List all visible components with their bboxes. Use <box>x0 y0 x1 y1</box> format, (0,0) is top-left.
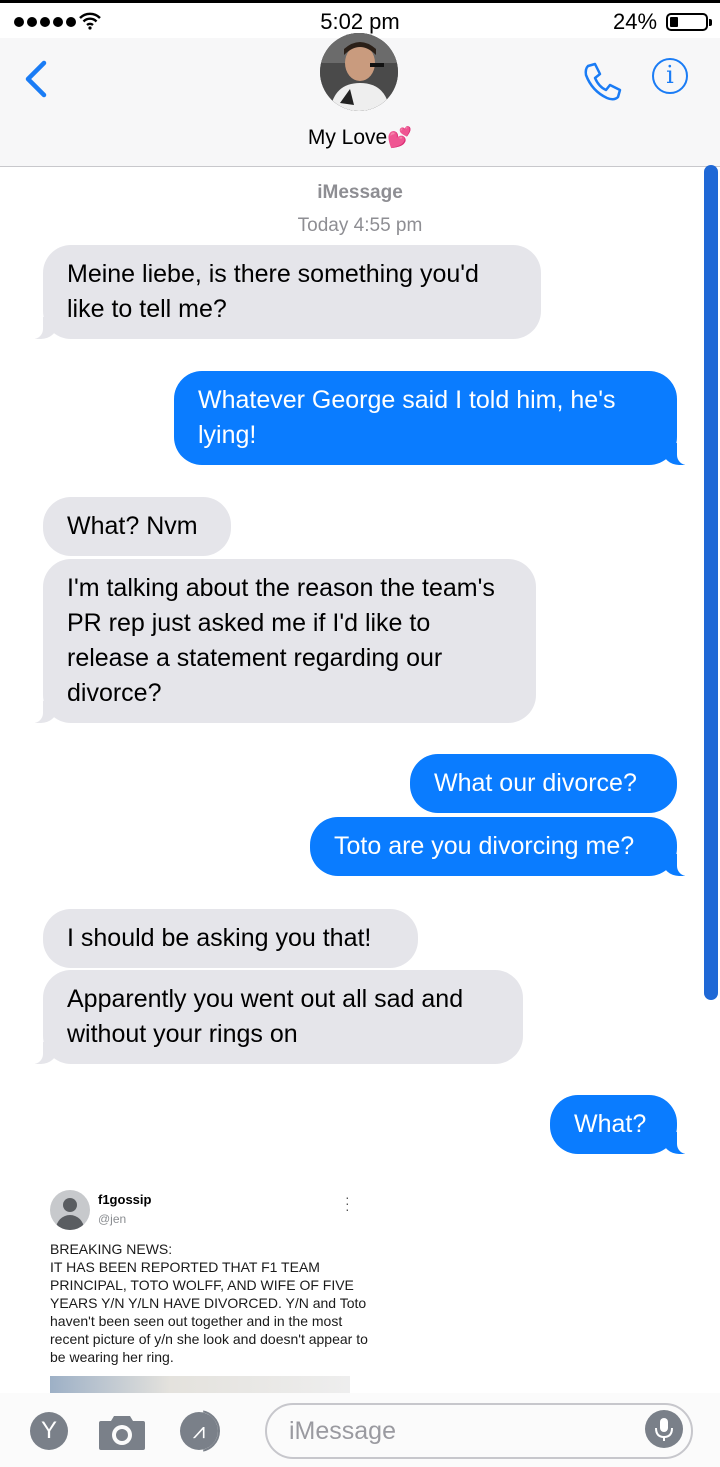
message-incoming[interactable]: What? Nvm <box>43 497 231 556</box>
contact-name[interactable]: My Love💕 <box>0 125 720 150</box>
conversation-header: My Love💕 i <box>0 33 720 167</box>
service-label: iMessage <box>317 182 403 203</box>
user-avatar-icon <box>50 1190 90 1230</box>
message-incoming[interactable]: I should be asking you that! <box>43 909 418 968</box>
message-input[interactable]: iMessage <box>265 1403 693 1459</box>
contact-avatar[interactable] <box>320 33 398 111</box>
message-incoming[interactable]: Apparently you went out all sad and with… <box>31 970 523 1064</box>
message-outgoing[interactable]: Toto are you divorcing me? <box>310 817 689 876</box>
message-outgoing[interactable]: What our divorce? <box>410 754 677 813</box>
battery-percentage: 24% <box>613 9 658 34</box>
back-chevron-icon[interactable] <box>22 60 48 98</box>
status-time: 5:02 pm <box>320 9 400 34</box>
heart-emoji: 💕 <box>387 127 413 149</box>
tweet-author-name: f1gossip <box>98 1192 152 1207</box>
message-incoming[interactable]: Meine liebe, is there something you'd li… <box>31 245 541 339</box>
user-avatar-button[interactable]: Y <box>30 1412 68 1450</box>
microphone-icon[interactable] <box>645 1410 683 1448</box>
scrollbar[interactable] <box>704 165 718 1000</box>
phone-icon[interactable] <box>580 60 624 104</box>
more-options-icon: · · · <box>345 1189 350 1217</box>
camera-icon[interactable] <box>98 1413 146 1451</box>
compose-bar: Y ⩘ iMessage <box>0 1393 720 1467</box>
input-placeholder: iMessage <box>289 1417 396 1445</box>
battery-icon <box>666 13 712 31</box>
tweet-body: BREAKING NEWS: IT HAS BEEN REPORTED THAT… <box>50 1241 368 1365</box>
message-outgoing[interactable]: What? <box>550 1095 689 1154</box>
image-attachment[interactable]: f1gossip @jen · · · BREAKING NEWS: IT HAS … <box>40 1180 380 1395</box>
thread-timestamp: Today 4:55 pm <box>297 215 423 236</box>
tweet-author-handle: @jen <box>98 1212 127 1226</box>
info-icon[interactable]: i <box>652 58 688 94</box>
message-incoming[interactable]: I'm talking about the reason the team's … <box>31 559 536 723</box>
message-outgoing[interactable]: Whatever George said I told him, he's ly… <box>174 371 689 465</box>
